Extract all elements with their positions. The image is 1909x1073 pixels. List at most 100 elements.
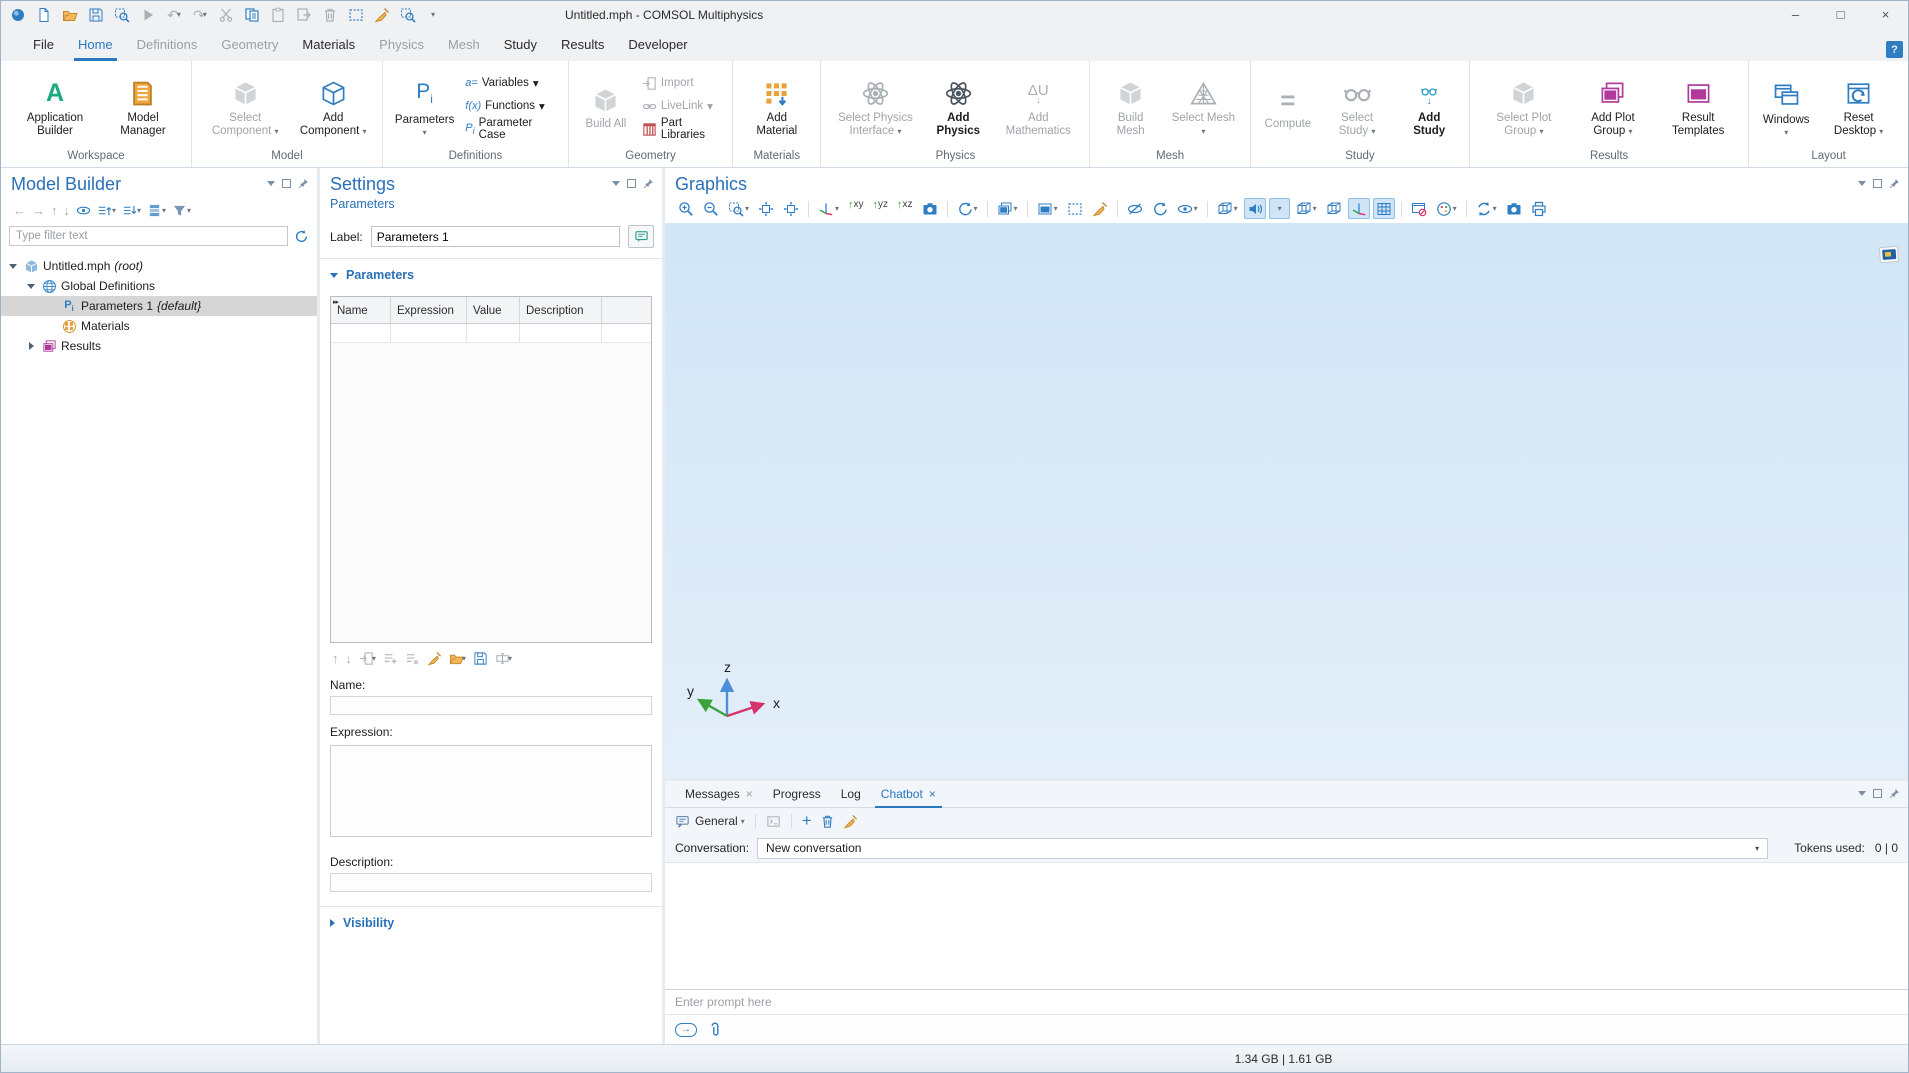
go-to-xy-view-button[interactable]: ↑xy — [845, 198, 867, 219]
tree-filter-input[interactable] — [9, 226, 288, 246]
panel-pin-icon[interactable] — [1889, 178, 1900, 189]
select-box-button[interactable] — [1064, 198, 1086, 219]
tab-log[interactable]: Log — [831, 781, 871, 807]
sound-feedback-button[interactable] — [1244, 198, 1266, 219]
show-grid-toggle[interactable] — [1373, 198, 1395, 219]
chevron-down-icon[interactable] — [7, 264, 19, 269]
add-component-button[interactable]: Add Component ▾ — [292, 74, 374, 139]
chat-history-area[interactable] — [665, 862, 1908, 989]
visibility-section-header[interactable]: Visibility — [320, 907, 662, 936]
color-theme-button[interactable]: ▾ — [1433, 198, 1460, 219]
filter-button[interactable]: ▾ — [172, 203, 191, 218]
tree-item-results[interactable]: Results — [1, 336, 317, 356]
redo-dropdown-icon[interactable]: ▾ — [203, 10, 207, 19]
panel-float-icon[interactable] — [1873, 789, 1882, 798]
panel-menu-icon[interactable] — [1858, 791, 1866, 796]
open-file-button[interactable] — [59, 4, 81, 26]
snapshot-button[interactable] — [1503, 198, 1525, 219]
deselect-box-button[interactable] — [1089, 198, 1111, 219]
redo-button[interactable]: ↷▾ — [189, 4, 211, 26]
hide-objects-button[interactable] — [1124, 198, 1146, 219]
tab-study[interactable]: Study — [492, 28, 549, 61]
panel-pin-icon[interactable] — [1889, 788, 1900, 799]
label-input[interactable] — [371, 226, 620, 247]
add-physics-button[interactable]: Add Physics — [923, 74, 993, 139]
help-button[interactable]: ? — [1886, 41, 1903, 58]
maximize-button[interactable]: □ — [1818, 1, 1863, 28]
go-to-xz-view-button[interactable]: ↑xz — [894, 198, 916, 219]
tab-chatbot[interactable]: Chatbot× — [871, 781, 946, 807]
minimize-button[interactable]: – — [1773, 1, 1818, 28]
copy-button[interactable] — [241, 4, 263, 26]
plot-thumbnail-icon[interactable] — [1878, 245, 1900, 265]
column-header-expression[interactable]: Expression — [391, 297, 467, 323]
create-parameter-node-button[interactable] — [628, 225, 654, 248]
save-button[interactable] — [85, 4, 107, 26]
empty-table-row[interactable] — [331, 324, 651, 343]
zoom-extents-button[interactable] — [755, 198, 777, 219]
chevron-down-icon[interactable] — [25, 284, 37, 289]
collapse-all-button[interactable]: ▾ — [97, 203, 116, 218]
result-templates-button[interactable]: Result Templates — [1656, 74, 1740, 139]
customize-toolbar-button[interactable]: ▾ — [423, 4, 445, 26]
prompt-input[interactable] — [665, 995, 1908, 1009]
part-libraries-button[interactable]: Part Libraries — [637, 119, 724, 139]
refresh-icon[interactable] — [294, 229, 309, 244]
save-to-model-manager-button[interactable] — [111, 4, 133, 26]
model-manager-button[interactable]: Model Manager — [103, 74, 183, 139]
undo-dropdown-icon[interactable]: ▾ — [177, 10, 181, 19]
attach-file-button[interactable] — [707, 1022, 723, 1038]
windows-button[interactable]: Windows ▾ — [1757, 76, 1815, 137]
parameter-case-button[interactable]: PiParameter Case — [460, 119, 560, 139]
variables-button[interactable]: a=Variables▾ — [460, 73, 560, 93]
tab-home[interactable]: Home — [66, 28, 125, 61]
transparency-button[interactable]: ▾ — [1293, 198, 1320, 219]
zoom-box-button[interactable]: ▾ — [725, 198, 752, 219]
conversation-select[interactable]: New conversation ▾ — [757, 838, 1768, 859]
show-axis-orientation-toggle[interactable] — [1348, 198, 1370, 219]
orthographic-projection-button[interactable] — [919, 198, 941, 219]
scene-light-button[interactable]: ▾ — [994, 198, 1021, 219]
graphics-viewport[interactable]: z y x — [665, 223, 1908, 778]
expression-field-input[interactable] — [330, 745, 652, 837]
tab-developer[interactable]: Developer — [616, 28, 699, 61]
tree-item-parameters[interactable]: Pi Parameters 1 {default} — [1, 296, 317, 316]
view-hidden-button[interactable]: ▾ — [1174, 198, 1201, 219]
show-button[interactable] — [76, 203, 91, 218]
tab-messages[interactable]: Messages× — [675, 781, 763, 807]
tree-item-global-definitions[interactable]: Global Definitions — [1, 276, 317, 296]
panel-pin-icon[interactable] — [643, 178, 654, 189]
undo-button[interactable]: ↶▾ — [163, 4, 185, 26]
panel-pin-icon[interactable] — [298, 178, 309, 189]
chat-mode-dropdown[interactable]: General ▾ — [675, 814, 745, 829]
tab-results[interactable]: Results — [549, 28, 616, 61]
reset-hiding-button[interactable] — [1149, 198, 1171, 219]
close-button[interactable]: × — [1863, 1, 1908, 28]
tab-file[interactable]: File — [21, 28, 66, 61]
update-plot-button[interactable]: ▾ — [1473, 198, 1500, 219]
save-to-file-button[interactable] — [473, 651, 488, 666]
select-box-button[interactable] — [345, 4, 367, 26]
panel-menu-icon[interactable] — [612, 181, 620, 186]
close-tab-icon[interactable]: × — [929, 787, 936, 801]
sound-feedback-dropdown[interactable]: ▾ — [1269, 198, 1290, 219]
column-header-name[interactable]: Name — [331, 297, 391, 323]
zoom-in-button[interactable] — [675, 198, 697, 219]
zoom-out-button[interactable] — [700, 198, 722, 219]
tab-materials[interactable]: Materials — [290, 28, 367, 61]
add-plot-group-button[interactable]: Add Plot Group ▾ — [1572, 74, 1654, 139]
zoom-to-selection-button[interactable] — [780, 198, 802, 219]
clear-conversation-button[interactable] — [843, 814, 858, 829]
panel-float-icon[interactable] — [627, 179, 636, 188]
add-material-button[interactable]: Add Material — [741, 74, 812, 139]
go-to-yz-view-button[interactable]: ↑yz — [870, 198, 892, 219]
description-field-input[interactable] — [330, 873, 652, 892]
new-file-button[interactable] — [33, 4, 55, 26]
add-study-button[interactable]: ↓ Add Study — [1397, 74, 1461, 139]
rotate-view-button[interactable]: ▾ — [954, 198, 981, 219]
column-header-description[interactable]: Description — [520, 297, 602, 323]
print-button[interactable] — [1528, 198, 1550, 219]
panel-menu-icon[interactable] — [1858, 181, 1866, 186]
new-conversation-button[interactable]: + — [802, 813, 812, 829]
wireframe-rendering-button[interactable]: ▾ — [1214, 198, 1241, 219]
